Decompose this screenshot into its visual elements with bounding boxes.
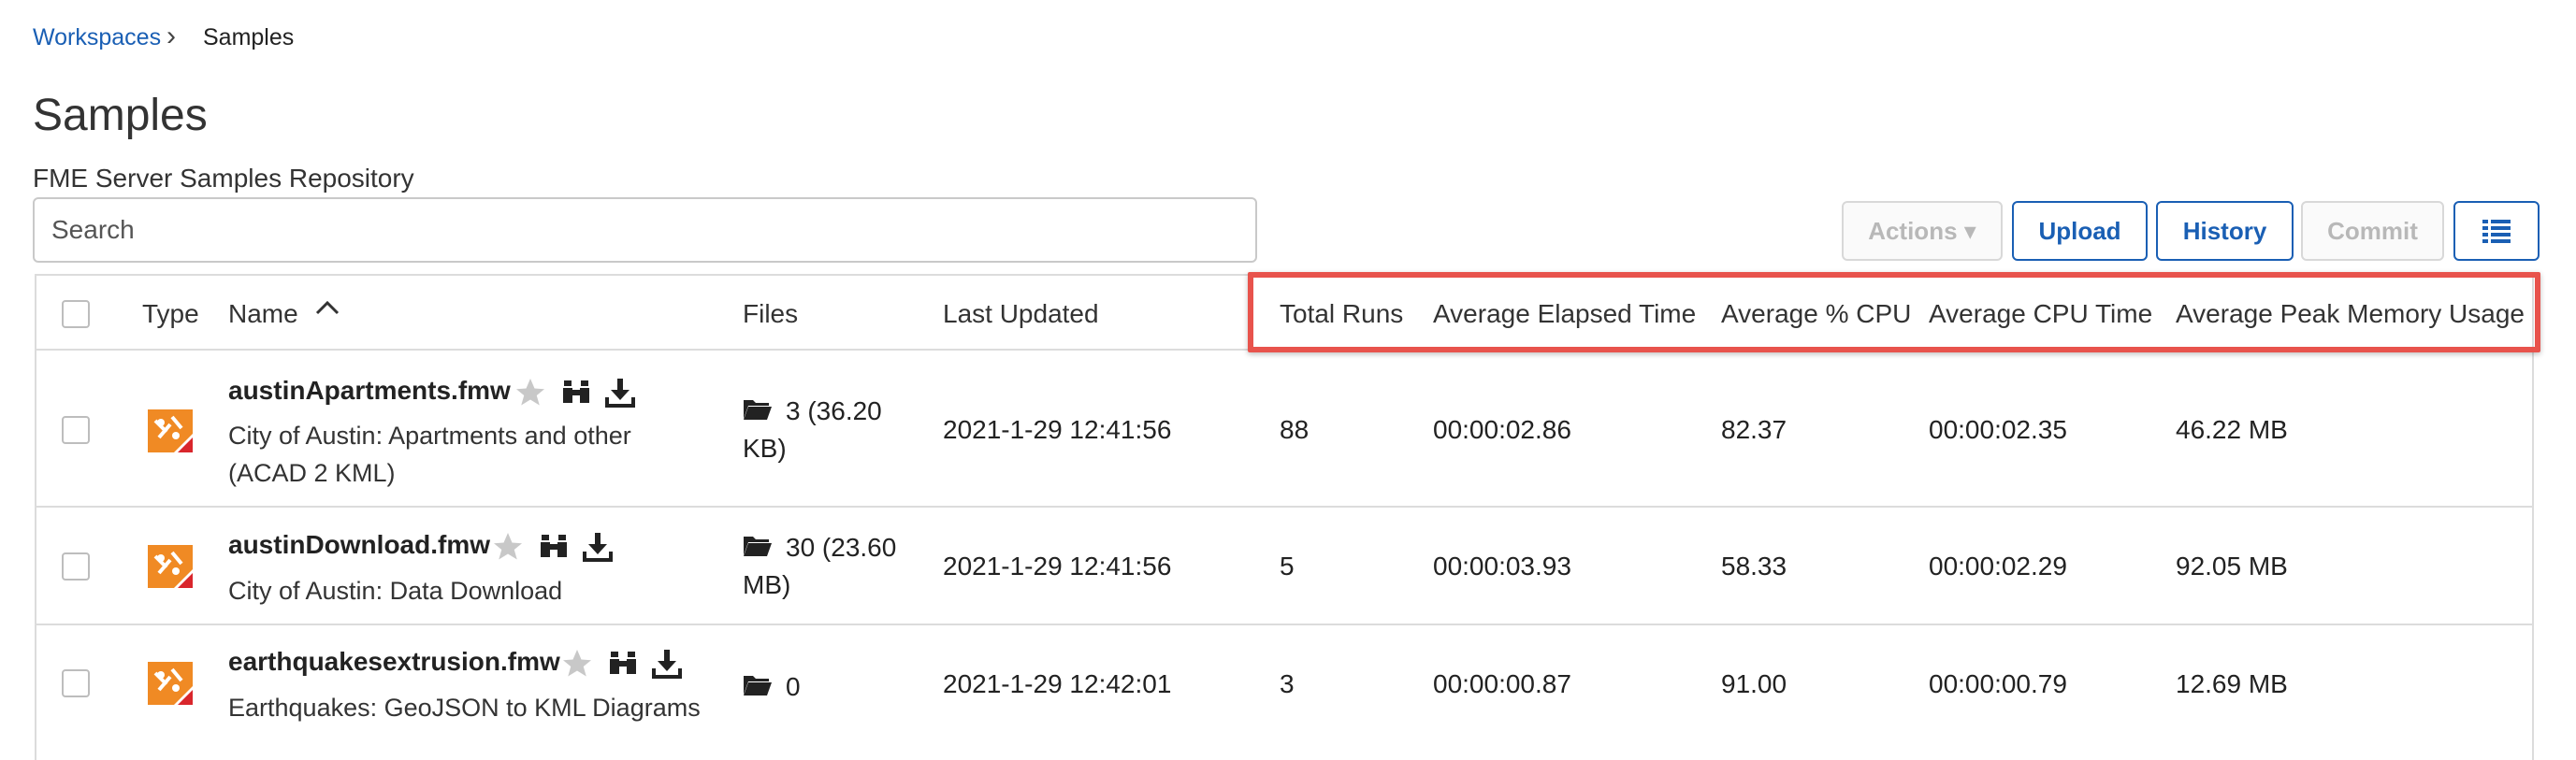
fme-workspace-icon	[148, 662, 193, 705]
list-view-icon	[2482, 220, 2511, 243]
header-name[interactable]: Name	[228, 299, 298, 329]
page-title: Samples	[33, 91, 208, 140]
total-runs: 5	[1280, 552, 1295, 581]
total-runs: 3	[1280, 669, 1295, 698]
download-icon[interactable]	[604, 377, 636, 409]
upload-button[interactable]: Upload	[2012, 201, 2148, 261]
chevron-up-icon[interactable]	[314, 299, 340, 316]
last-updated: 2021-1-29 12:42:01	[943, 669, 1172, 698]
download-icon[interactable]	[651, 648, 683, 680]
row-checkbox[interactable]	[62, 669, 90, 697]
star-icon[interactable]	[513, 376, 548, 409]
last-updated: 2021-1-29 12:41:56	[943, 552, 1172, 581]
average-cpu-time: 00:00:02.35	[1929, 415, 2067, 444]
average-elapsed-time: 00:00:03.93	[1433, 552, 1571, 581]
download-icon[interactable]	[582, 531, 614, 563]
chevron-right-icon: ›	[166, 21, 176, 51]
highlight-annotation-box	[1248, 272, 2540, 352]
row-checkbox[interactable]	[62, 552, 90, 581]
header-files: Files	[743, 299, 799, 328]
view-toggle-button[interactable]	[2453, 201, 2540, 261]
average-cpu-time: 00:00:02.29	[1929, 552, 2067, 581]
binoculars-icon[interactable]	[561, 379, 591, 407]
fme-workspace-icon	[148, 409, 193, 452]
commit-button[interactable]: Commit	[2301, 201, 2444, 261]
total-runs: 88	[1280, 415, 1310, 444]
average-peak-memory: 12.69 MB	[2176, 669, 2288, 698]
last-updated: 2021-1-29 12:41:56	[943, 415, 1172, 444]
average-cpu-percent: 58.33	[1721, 552, 1787, 581]
workspace-name-link[interactable]: earthquakesextrusion.fmw	[228, 647, 560, 677]
files-count: 3 (36.20 KB)	[743, 396, 882, 463]
average-peak-memory: 92.05 MB	[2176, 552, 2288, 581]
workspace-description: City of Austin: Data Download	[228, 577, 563, 605]
binoculars-icon[interactable]	[539, 533, 569, 561]
average-cpu-percent: 82.37	[1721, 415, 1787, 444]
search-input[interactable]	[33, 197, 1257, 263]
breadcrumb-current: Samples	[203, 24, 295, 50]
workspace-name-link[interactable]: austinApartments.fmw	[228, 376, 511, 406]
row-checkbox[interactable]	[62, 416, 90, 444]
repository-description: FME Server Samples Repository	[33, 164, 414, 193]
fme-workspace-icon	[148, 545, 193, 588]
average-peak-memory: 46.22 MB	[2176, 415, 2288, 444]
files-count: 0	[786, 672, 801, 701]
header-last-updated: Last Updated	[943, 299, 1099, 328]
workspace-description: City of Austin: Apartments and other (AC…	[228, 422, 631, 487]
star-icon[interactable]	[559, 647, 595, 681]
workspace-description: Earthquakes: GeoJSON to KML Diagrams	[228, 694, 701, 722]
files-count: 30 (23.60 MB)	[743, 533, 897, 599]
history-button[interactable]: History	[2156, 201, 2294, 261]
binoculars-icon[interactable]	[608, 650, 638, 678]
header-type: Type	[142, 299, 199, 328]
actions-dropdown-button[interactable]: Actions ▾	[1842, 201, 2003, 261]
average-elapsed-time: 00:00:02.86	[1433, 415, 1571, 444]
average-cpu-percent: 91.00	[1721, 669, 1787, 698]
breadcrumb-workspaces-link[interactable]: Workspaces	[33, 24, 161, 51]
average-elapsed-time: 00:00:00.87	[1433, 669, 1571, 698]
select-all-checkbox[interactable]	[62, 300, 90, 328]
folder-icon	[744, 676, 772, 695]
workspace-name-link[interactable]: austinDownload.fmw	[228, 530, 490, 560]
average-cpu-time: 00:00:00.79	[1929, 669, 2067, 698]
star-icon[interactable]	[490, 530, 526, 564]
